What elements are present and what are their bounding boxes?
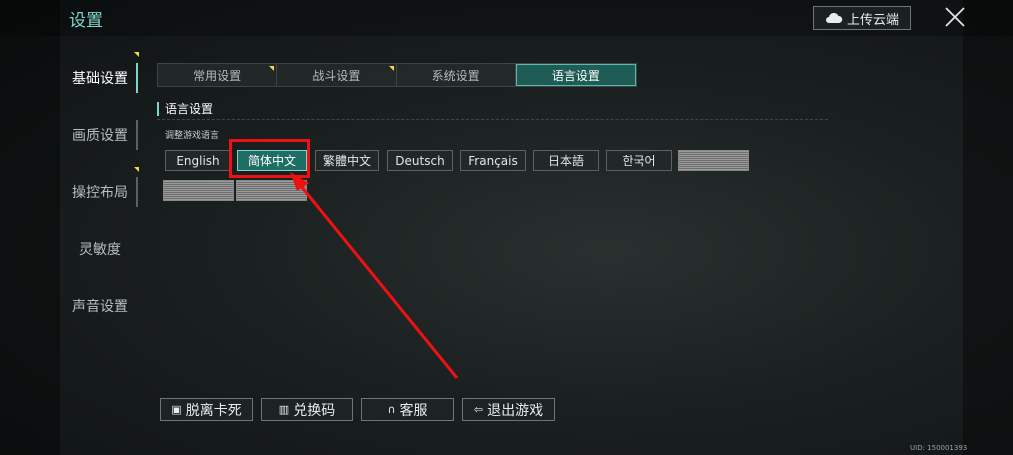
bottom-button-label: 客服 — [399, 402, 428, 419]
unstuck-button[interactable]: ▣ 脱离卡死 — [160, 398, 253, 421]
exit-icon: ⇦ — [473, 403, 484, 416]
bottom-button-label: 退出游戏 — [487, 402, 544, 419]
redeem-code-button[interactable]: ▥ 兑换码 — [261, 398, 353, 421]
exit-game-button[interactable]: ⇦ 退出游戏 — [462, 398, 555, 421]
headset-icon: ∩ — [387, 403, 396, 416]
stuck-icon: ▣ — [171, 403, 182, 416]
annotation-arrow — [290, 172, 459, 379]
user-id: UID: 150001393 — [910, 444, 968, 452]
barcode-icon: ▥ — [278, 403, 290, 416]
customer-service-button[interactable]: ∩ 客服 — [361, 398, 454, 421]
bottom-button-label: 兑换码 — [293, 402, 336, 419]
bottom-button-label: 脱离卡死 — [185, 402, 242, 419]
